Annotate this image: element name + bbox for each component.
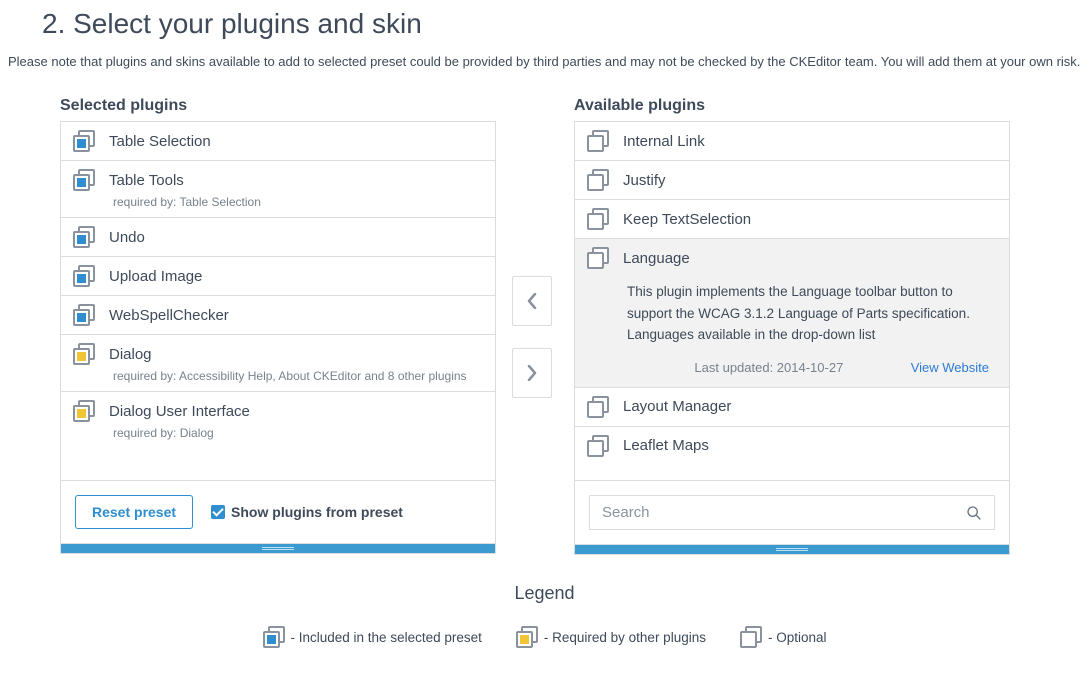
plugin-row: Language — [587, 247, 997, 269]
status-optional-icon — [587, 435, 609, 457]
status-included-icon — [73, 265, 95, 287]
plugin-meta: Last updated: 2014-10-27View Website — [587, 350, 997, 379]
status-included-icon — [73, 304, 95, 326]
section-heading: 2. Select your plugins and skin — [0, 0, 1089, 54]
plugin-row: Justify — [587, 169, 997, 191]
available-list[interactable]: Internal Link Justify Keep TextSelection La… — [575, 122, 1009, 480]
reset-preset-button[interactable]: Reset preset — [75, 495, 193, 529]
plugin-row: Layout Manager — [587, 396, 997, 418]
selected-panel-footer: Reset preset Show plugins from preset — [60, 481, 496, 544]
plugin-name: Justify — [623, 172, 666, 189]
transfer-controls — [512, 97, 558, 555]
chevron-left-icon — [527, 293, 537, 309]
status-optional-icon — [587, 396, 609, 418]
plugin-row: Internal Link — [587, 130, 997, 152]
plugin-description: This plugin implements the Language tool… — [587, 273, 997, 346]
available-panel-footer — [574, 481, 1010, 545]
chevron-right-icon — [527, 365, 537, 381]
status-included-icon — [73, 130, 95, 152]
view-website-link[interactable]: View Website — [911, 360, 989, 375]
available-panel-title: Available plugins — [574, 97, 1010, 121]
plugin-item[interactable]: Upload Image — [61, 257, 495, 296]
plugin-row: Table Tools — [73, 169, 483, 191]
plugin-item[interactable]: Language This plugin implements the Langu… — [575, 239, 1009, 388]
selected-panel: Selected plugins Table Selection Table To… — [60, 97, 496, 555]
status-optional-icon — [587, 130, 609, 152]
plugin-item[interactable]: Dialog User Interface required by: Dialog — [61, 392, 495, 448]
plugin-name: Dialog — [109, 346, 152, 363]
plugin-item[interactable]: Dialog required by: Accessibility Help, A… — [61, 335, 495, 392]
required-by-text: required by: Accessibility Help, About C… — [73, 369, 483, 383]
plugin-row: Keep TextSelection — [587, 208, 997, 230]
selected-listbox: Table Selection Table Tools required by: T… — [60, 121, 496, 481]
plugin-name: WebSpellChecker — [109, 307, 229, 324]
plugin-row: Leaflet Maps — [587, 435, 997, 457]
plugin-name: Table Selection — [109, 133, 211, 150]
legend-included-label: - Included in the selected preset — [291, 630, 482, 645]
plugin-name: Internal Link — [623, 133, 705, 150]
plugin-name: Language — [623, 250, 690, 267]
status-included-icon — [263, 626, 285, 648]
show-preset-label: Show plugins from preset — [231, 504, 403, 520]
search-icon — [966, 505, 982, 521]
show-preset-checkbox[interactable]: Show plugins from preset — [211, 504, 403, 520]
plugin-item[interactable]: Undo — [61, 218, 495, 257]
move-right-button[interactable] — [512, 348, 552, 398]
move-left-button[interactable] — [512, 276, 552, 326]
available-listbox: Internal Link Justify Keep TextSelection La… — [574, 121, 1010, 481]
legend-optional-label: - Optional — [768, 630, 827, 645]
status-required-icon — [73, 343, 95, 365]
plugin-item[interactable]: Layout Manager — [575, 388, 1009, 427]
legend-included: - Included in the selected preset — [263, 626, 482, 648]
selected-list[interactable]: Table Selection Table Tools required by: T… — [61, 122, 495, 480]
plugin-item[interactable]: Keep TextSelection — [575, 200, 1009, 239]
plugin-item[interactable]: Table Tools required by: Table Selection — [61, 161, 495, 218]
available-panel: Available plugins Internal Link Justify Ke… — [574, 97, 1010, 555]
legend-required: - Required by other plugins — [516, 626, 706, 648]
status-optional-icon — [587, 247, 609, 269]
plugin-row: WebSpellChecker — [73, 304, 483, 326]
plugin-name: Keep TextSelection — [623, 211, 751, 228]
legend-row: - Included in the selected preset - Requ… — [0, 626, 1089, 648]
plugin-row: Dialog — [73, 343, 483, 365]
resize-handle[interactable] — [574, 545, 1010, 555]
legend-optional: - Optional — [740, 626, 827, 648]
selected-panel-title: Selected plugins — [60, 97, 496, 121]
status-required-icon — [516, 626, 538, 648]
status-required-icon — [73, 400, 95, 422]
plugin-name: Undo — [109, 229, 145, 246]
resize-handle[interactable] — [60, 544, 496, 554]
plugin-name: Dialog User Interface — [109, 403, 250, 420]
legend-title: Legend — [0, 583, 1089, 626]
checkbox-icon — [211, 505, 225, 519]
plugin-row: Table Selection — [73, 130, 483, 152]
plugin-item[interactable]: Leaflet Maps — [575, 427, 1009, 465]
status-optional-icon — [587, 208, 609, 230]
status-optional-icon — [740, 626, 762, 648]
plugin-name: Layout Manager — [623, 398, 731, 415]
disclaimer-text: Please note that plugins and skins avail… — [0, 54, 1089, 97]
plugin-item[interactable]: WebSpellChecker — [61, 296, 495, 335]
plugin-item[interactable]: Table Selection — [61, 122, 495, 161]
required-by-text: required by: Dialog — [73, 426, 483, 440]
plugin-builder: Selected plugins Table Selection Table To… — [0, 97, 1089, 555]
plugin-row: Dialog User Interface — [73, 400, 483, 422]
plugin-row: Undo — [73, 226, 483, 248]
required-by-text: required by: Table Selection — [73, 195, 483, 209]
plugin-row: Upload Image — [73, 265, 483, 287]
plugin-item[interactable]: Justify — [575, 161, 1009, 200]
status-included-icon — [73, 226, 95, 248]
plugin-name: Table Tools — [109, 172, 184, 189]
search-input[interactable] — [602, 504, 958, 521]
status-optional-icon — [587, 169, 609, 191]
plugin-name: Upload Image — [109, 268, 202, 285]
legend-required-label: - Required by other plugins — [544, 630, 706, 645]
plugin-item[interactable]: Internal Link — [575, 122, 1009, 161]
plugin-name: Leaflet Maps — [623, 437, 709, 454]
legend: Legend - Included in the selected preset… — [0, 555, 1089, 648]
status-included-icon — [73, 169, 95, 191]
plugin-updated: Last updated: 2014-10-27 — [627, 360, 911, 375]
search-field-wrap — [589, 495, 995, 530]
